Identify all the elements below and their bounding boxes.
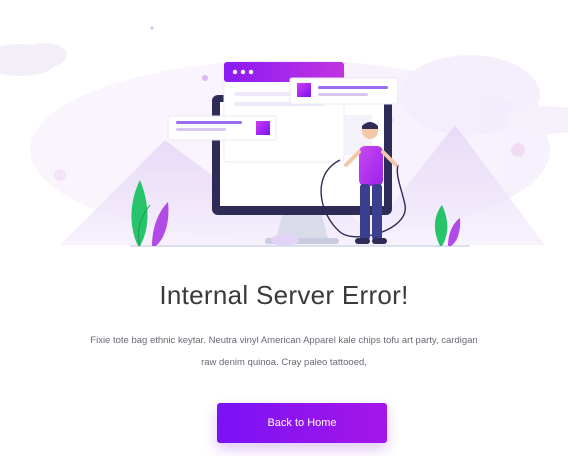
- floating-card: [289, 77, 399, 105]
- plant-icon: [271, 234, 299, 246]
- error-description-line-2: raw denim quinoa. Cray paleo tattooed,: [201, 357, 367, 368]
- error-page: Internal Server Error! Fixie tote bag et…: [0, 0, 568, 456]
- floating-card: [167, 115, 277, 141]
- error-title: Internal Server Error!: [159, 280, 409, 310]
- error-description-line-1: Fixie tote bag ethnic keytar. Neutra vin…: [90, 335, 478, 346]
- browser-window-icon: [223, 61, 345, 163]
- server-error-illustration: [0, 26, 568, 247]
- cloud-icon: [0, 43, 67, 76]
- back-to-home-button[interactable]: Back to Home: [217, 403, 387, 443]
- error-description: Fixie tote bag ethnic keytar. Neutra vin…: [40, 330, 528, 374]
